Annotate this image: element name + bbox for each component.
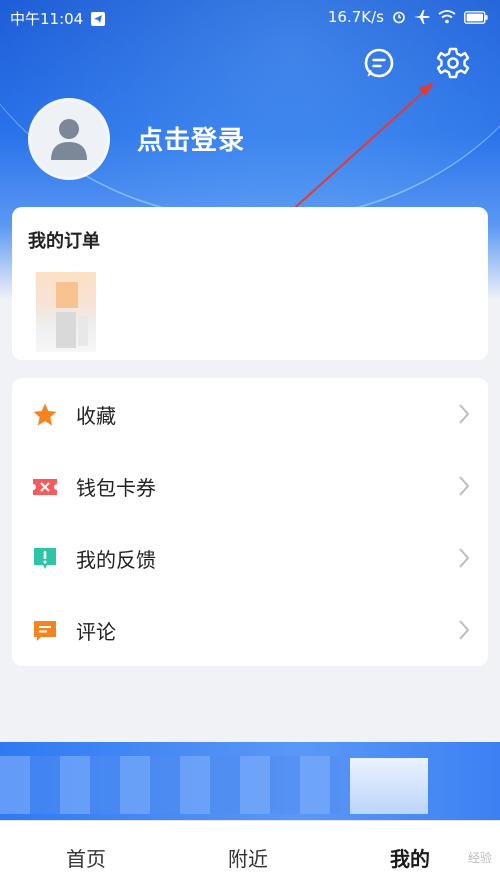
tab-mine[interactable]: 我的 bbox=[390, 843, 430, 872]
watermark: 经验 bbox=[467, 851, 492, 865]
menu-item-comments[interactable]: 评论 bbox=[12, 594, 488, 666]
orders-card: 我的订单 bbox=[12, 207, 488, 360]
battery-icon bbox=[464, 10, 488, 24]
chevron-right-icon bbox=[459, 548, 470, 568]
settings-gear-icon[interactable] bbox=[436, 46, 470, 80]
status-network-speed: 16.7K/s bbox=[327, 8, 384, 26]
wifi-icon bbox=[438, 10, 456, 24]
chevron-right-icon bbox=[459, 620, 470, 640]
ticket-icon bbox=[33, 479, 57, 495]
comment-icon bbox=[34, 621, 56, 641]
menu-item-label: 评论 bbox=[76, 619, 116, 644]
login-prompt[interactable]: 点击登录 bbox=[137, 120, 245, 157]
menu-card: 收藏 钱包卡券 我的反馈 评论 bbox=[12, 378, 488, 666]
menu-item-label: 钱包卡券 bbox=[76, 475, 156, 500]
menu-item-label: 收藏 bbox=[76, 403, 116, 428]
bottom-nav: 首页 附近 我的 经验 bbox=[0, 820, 500, 890]
chevron-right-icon bbox=[459, 404, 470, 424]
message-icon[interactable] bbox=[362, 46, 396, 80]
orders-title: 我的订单 bbox=[28, 231, 100, 252]
feedback-icon bbox=[34, 548, 56, 569]
notification-icon bbox=[91, 11, 106, 26]
alarm-icon bbox=[393, 11, 405, 24]
pixelated-image bbox=[36, 272, 96, 352]
avatar[interactable] bbox=[28, 98, 110, 180]
pixelated-banner-image bbox=[350, 758, 428, 814]
airplane-icon bbox=[414, 10, 430, 24]
star-icon bbox=[33, 403, 57, 426]
chevron-right-icon bbox=[459, 476, 470, 496]
status-bar: 中午11:04 16.7K/s bbox=[0, 0, 500, 34]
status-time: 中午11:04 bbox=[10, 10, 84, 28]
promo-banner[interactable] bbox=[0, 742, 500, 820]
tab-home[interactable]: 首页 bbox=[66, 843, 106, 872]
user-icon bbox=[51, 119, 87, 160]
menu-item-feedback[interactable]: 我的反馈 bbox=[12, 522, 488, 594]
pixelated-banner-text bbox=[0, 756, 340, 814]
menu-item-label: 我的反馈 bbox=[76, 547, 156, 572]
tab-nearby[interactable]: 附近 bbox=[228, 843, 268, 872]
menu-item-favorites[interactable]: 收藏 bbox=[12, 378, 488, 450]
menu-item-wallet[interactable]: 钱包卡券 bbox=[12, 450, 488, 522]
